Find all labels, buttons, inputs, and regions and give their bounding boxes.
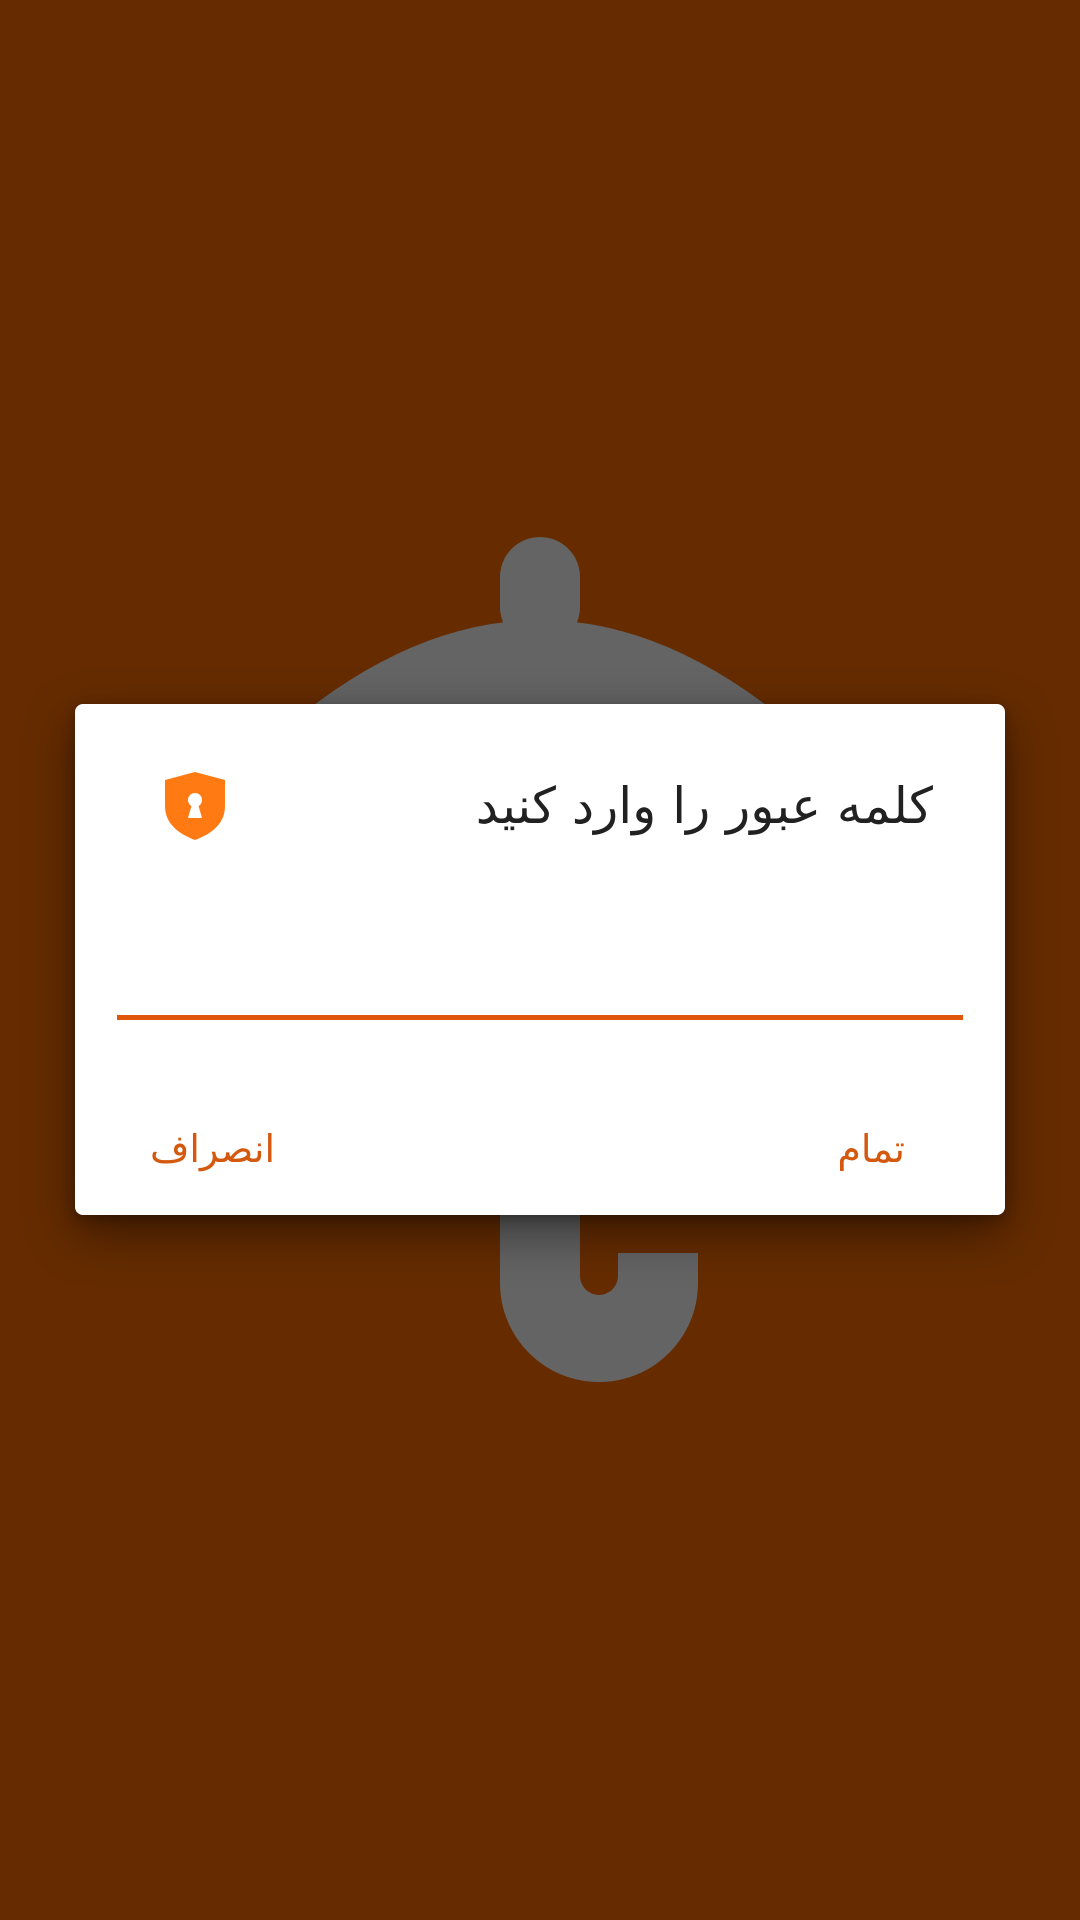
done-button[interactable]: تمام [807,1104,935,1194]
cancel-button[interactable]: انصراف [120,1104,305,1194]
password-input[interactable] [117,900,963,1020]
dialog-title: کلمه عبور را وارد کنید [475,777,933,835]
app-background: کلمه عبور را وارد کنید تمام انصراف [0,0,1080,1920]
shield-keyhole-icon [165,772,225,840]
password-dialog: کلمه عبور را وارد کنید تمام انصراف [75,704,1005,1215]
